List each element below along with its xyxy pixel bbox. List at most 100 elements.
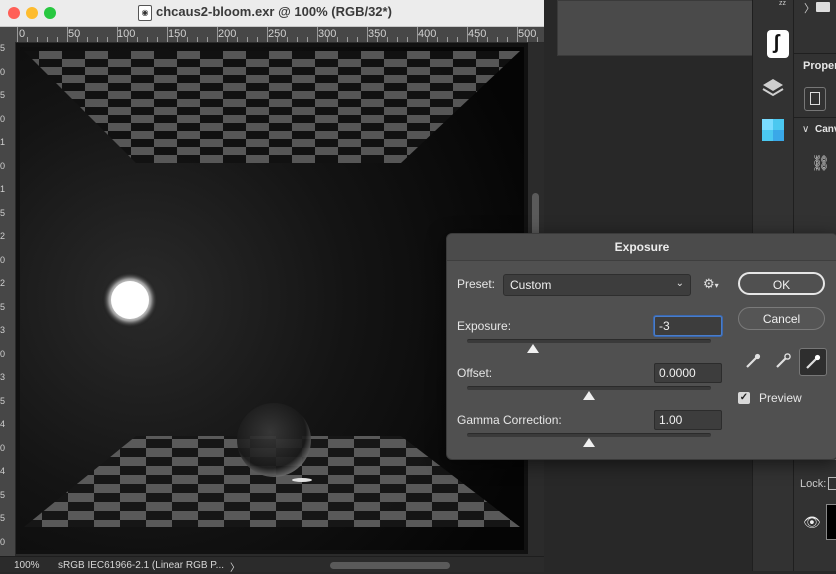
gear-icon[interactable]: ⚙▾ xyxy=(703,276,719,292)
document-icon: ◉ xyxy=(138,5,152,21)
ruler-tick xyxy=(227,37,228,42)
gray-point-eyedropper[interactable] xyxy=(771,349,795,373)
offset-label: Offset: xyxy=(457,366,493,380)
exposure-dialog: Exposure Preset: Custom ⌄ ⚙▾ Exposure: -… xyxy=(446,233,836,460)
close-window-button[interactable] xyxy=(8,7,20,19)
ruler-label: 5 xyxy=(0,489,6,500)
ruler-tick xyxy=(217,27,218,42)
link-icon[interactable]: ⛓ xyxy=(811,154,830,172)
gamma-slider-thumb[interactable] xyxy=(583,438,595,447)
gamma-slider-track[interactable] xyxy=(467,433,711,437)
layer-thumbnail[interactable] xyxy=(826,504,836,540)
offset-slider-thumb[interactable] xyxy=(583,391,595,400)
ruler-label: 50 xyxy=(68,28,81,40)
status-bar: 100% sRGB IEC61966-2.1 (Linear RGB P... … xyxy=(0,556,544,574)
ruler-tick xyxy=(127,37,128,42)
caustic-highlight xyxy=(292,478,312,482)
ruler-tick xyxy=(467,27,468,42)
preset-value: Custom xyxy=(510,278,552,292)
document-title: chcaus2-bloom.exr @ 100% (RGB/32*) xyxy=(156,4,392,19)
divider xyxy=(794,117,836,118)
offset-slider-track[interactable] xyxy=(467,386,711,390)
properties-tab[interactable]: Proper xyxy=(803,60,836,72)
collapse-label: zz xyxy=(779,0,786,7)
zoom-level[interactable]: 100% xyxy=(14,560,40,571)
ruler-tick xyxy=(487,37,488,42)
ruler-tick xyxy=(297,37,298,42)
ruler-label: 0 xyxy=(0,160,6,171)
gamma-field[interactable]: 1.00 xyxy=(654,410,722,430)
expand-chevron-icon[interactable]: 〉 xyxy=(804,0,815,16)
ruler-tick xyxy=(37,37,38,42)
white-point-eyedropper[interactable] xyxy=(799,348,827,376)
ruler-label: 0 xyxy=(0,66,6,77)
lock-transparency-icon[interactable] xyxy=(828,477,836,490)
ruler-tick xyxy=(427,37,428,42)
eye-visibility-icon[interactable]: 👁 xyxy=(803,514,821,531)
dialog-title[interactable]: Exposure xyxy=(447,234,836,261)
preview-label[interactable]: Preview xyxy=(759,391,802,405)
ruler-label: 2 xyxy=(0,278,6,288)
ruler-label: 4 xyxy=(0,466,6,476)
eyedropper-black-icon xyxy=(746,353,761,368)
ruler-tick xyxy=(317,27,318,42)
glass-sphere xyxy=(237,403,311,477)
layers-button[interactable] xyxy=(759,74,787,102)
horizontal-ruler[interactable]: 0 50 100 150 200 250 300 350 400 450 500 xyxy=(15,27,544,43)
ruler-tick xyxy=(17,27,18,42)
maximize-window-button[interactable] xyxy=(44,7,56,19)
ruler-tick xyxy=(187,37,188,42)
preview-checkbox[interactable]: ✓ xyxy=(738,392,750,404)
cancel-button[interactable]: Cancel xyxy=(738,307,825,330)
ruler-label: 3 xyxy=(0,372,6,382)
ruler-label: 5 xyxy=(0,207,6,218)
ruler-label: 2 xyxy=(0,231,6,241)
ruler-label: 5 xyxy=(0,301,6,312)
document-titlebar[interactable]: ◉ chcaus2-bloom.exr @ 100% (RGB/32*) xyxy=(0,0,544,27)
ruler-tick xyxy=(247,37,248,42)
ruler-label: 5 xyxy=(0,513,6,523)
ruler-tick xyxy=(447,37,448,42)
ruler-tick xyxy=(397,37,398,42)
chevron-down-icon[interactable]: ∨ xyxy=(802,124,809,135)
page-icon xyxy=(810,92,820,105)
preset-select[interactable]: Custom ⌄ xyxy=(503,274,691,296)
document-properties-button[interactable] xyxy=(804,87,826,111)
ruler-tick xyxy=(527,37,528,42)
glyphs-button[interactable]: ʃ xyxy=(767,30,789,58)
divider xyxy=(794,53,836,54)
ruler-label: 5 xyxy=(0,90,6,100)
swatches-icon xyxy=(762,119,784,141)
black-point-eyedropper[interactable] xyxy=(741,349,765,373)
exposure-field[interactable]: -3 xyxy=(654,316,722,336)
ruler-label: 0 xyxy=(0,113,6,124)
ruler-tick xyxy=(377,37,378,42)
exposure-slider-track[interactable] xyxy=(467,339,711,343)
offset-field[interactable]: 0.0000 xyxy=(654,363,722,383)
ruler-label: 5 xyxy=(0,43,6,53)
horizontal-scroll-thumb[interactable] xyxy=(330,562,450,569)
ruler-tick xyxy=(197,37,198,42)
ruler-tick xyxy=(347,37,348,42)
gamma-label: Gamma Correction: xyxy=(457,413,562,427)
ruler-tick xyxy=(117,27,118,42)
swatches-button[interactable] xyxy=(759,116,787,144)
ruler-tick xyxy=(277,37,278,42)
ok-button[interactable]: OK xyxy=(738,272,825,295)
ruler-tick xyxy=(337,37,338,42)
exposure-slider-thumb[interactable] xyxy=(526,344,539,353)
minimize-window-button[interactable] xyxy=(26,7,38,19)
eyedropper-gray-icon xyxy=(776,353,791,368)
ruler-label: 0 xyxy=(0,348,6,359)
ruler-label: 5 xyxy=(0,395,6,406)
navigator-preview xyxy=(557,0,753,56)
status-menu-arrow[interactable]: 〉 xyxy=(230,559,240,574)
folder-icon xyxy=(816,2,830,12)
vertical-ruler[interactable]: 5 0 5 0 1 0 1 5 2 0 2 5 3 0 3 5 4 0 4 5 5 0 xyxy=(0,42,16,556)
ruler-tick xyxy=(387,37,388,42)
chevron-down-icon: ⌄ xyxy=(675,278,684,289)
ruler-label: 0 xyxy=(0,536,6,547)
ruler-tick xyxy=(517,27,518,42)
ruler-tick xyxy=(327,37,328,42)
light-core xyxy=(111,281,149,319)
